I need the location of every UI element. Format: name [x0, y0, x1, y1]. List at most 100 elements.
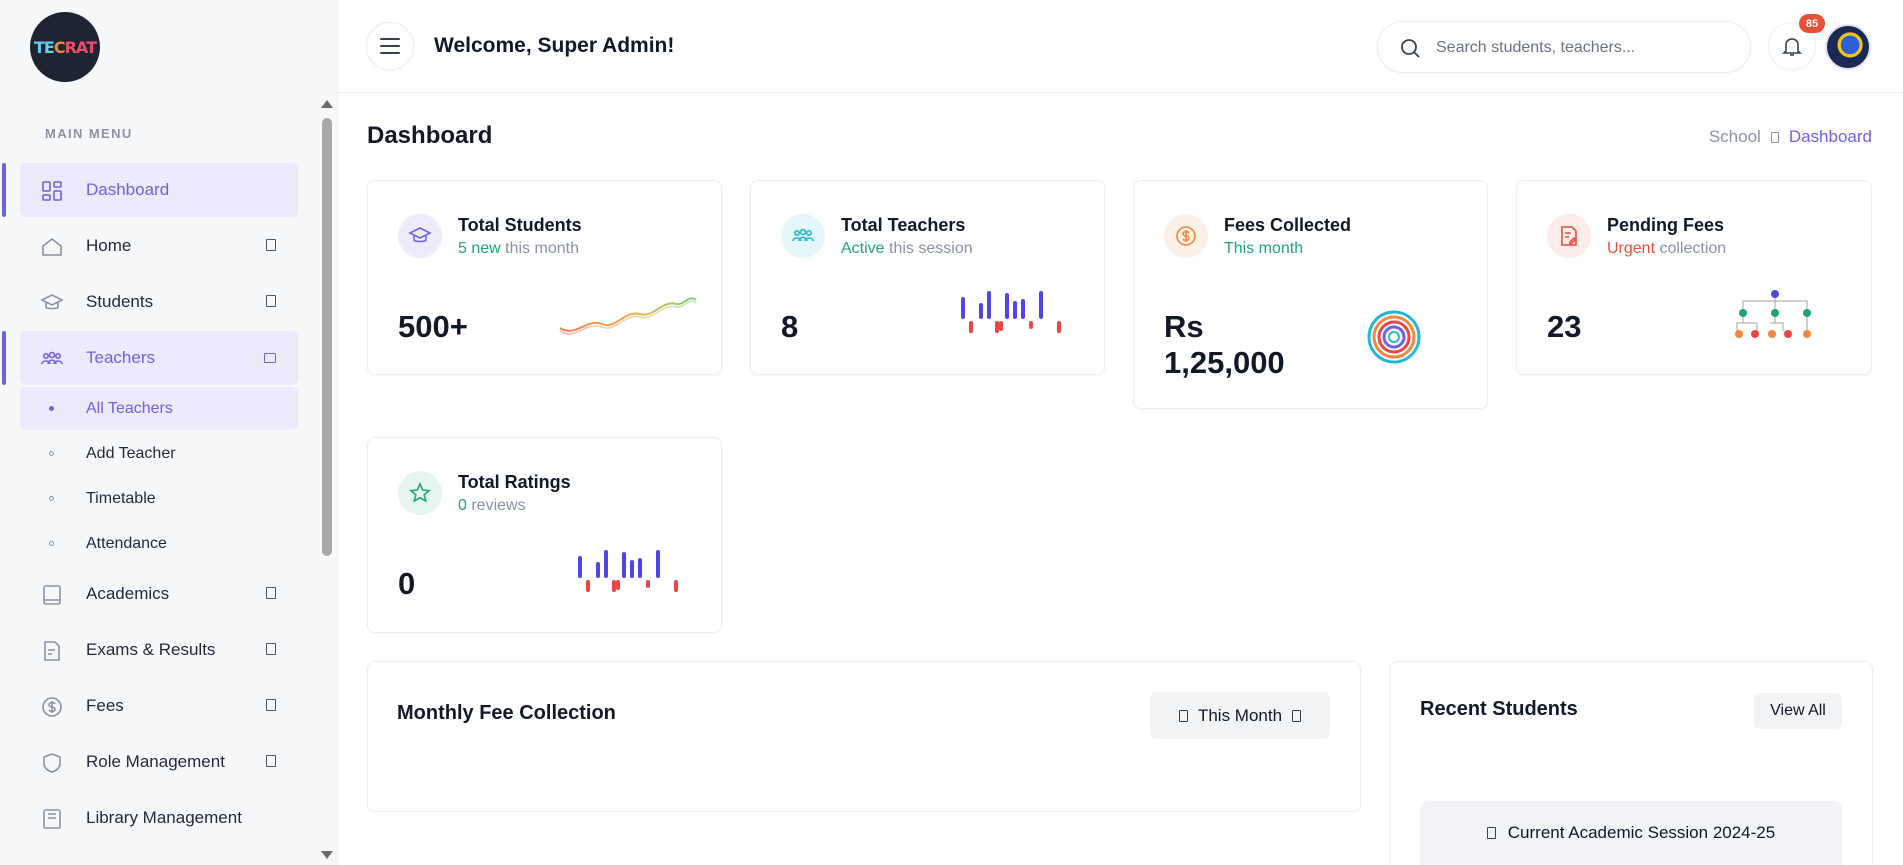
stat-value: 0	[398, 566, 416, 601]
stat-value: 500+	[398, 309, 468, 344]
stat-subtitle: Urgent collection	[1607, 240, 1726, 258]
sidebar-item-label: Students	[86, 292, 154, 311]
menu-section-title: MAIN MENU	[45, 126, 133, 141]
stat-card-students[interactable]: Total Students 5 new this month 500+	[367, 180, 722, 375]
stat-value: 23	[1547, 309, 1582, 344]
sidebar-item-students[interactable]: Students	[20, 275, 298, 329]
exam-icon	[44, 641, 60, 661]
sidebar-item-label: Role Management	[86, 752, 225, 771]
stat-title: Total Ratings	[458, 472, 571, 492]
calendar-icon	[1486, 827, 1496, 839]
chevron-icon	[266, 295, 276, 307]
stat-subtitle: This month	[1224, 240, 1303, 258]
breadcrumb: School Dashboard	[1709, 127, 1872, 147]
star-icon	[398, 471, 442, 515]
sidebar-item-label: Teachers	[86, 348, 155, 367]
sidebar-item-role-management[interactable]: Role Management	[20, 735, 298, 789]
sidebar-item-home[interactable]: Home	[20, 219, 298, 273]
graduation-cap-icon	[398, 214, 442, 258]
stat-card-pending-fees[interactable]: Pending Fees Urgent collection 23	[1516, 180, 1872, 375]
stat-sub-rest: this session	[884, 240, 973, 257]
chevron-icon	[266, 755, 276, 767]
breadcrumb-link-school[interactable]: School	[1709, 127, 1761, 147]
brand-logo[interactable]: TE C RAT	[30, 12, 100, 82]
graduation-cap-icon	[40, 294, 64, 310]
sidebar-item-library[interactable]: Library Management	[20, 791, 298, 845]
top-header: Welcome, Super Admin! 85	[338, 0, 1903, 93]
scrollbar-thumb[interactable]	[322, 118, 332, 556]
library-icon	[43, 809, 61, 829]
period-filter-button[interactable]: This Month	[1150, 692, 1330, 739]
dollar-icon	[42, 697, 62, 717]
search-box[interactable]	[1377, 21, 1751, 73]
chevron-icon	[266, 239, 276, 251]
sidebar-nav: Dashboard Home Students Teachers All Tea…	[2, 163, 298, 847]
org-tree-graphic	[1735, 290, 1811, 338]
page-title: Dashboard	[367, 122, 493, 149]
stat-title: Total Teachers	[841, 215, 966, 235]
stat-sub-rest: this month	[500, 240, 579, 257]
sidebar-item-label: Academics	[86, 584, 170, 603]
book-icon	[43, 585, 61, 605]
teachers-submenu: All Teachers Add Teacher Timetable Atten…	[20, 387, 298, 565]
sidebar-subitem-label: Attendance	[86, 534, 167, 552]
chevron-icon	[266, 699, 276, 711]
stat-card-fees-collected[interactable]: Fees Collected This month Rs 1,25,000	[1133, 180, 1488, 409]
sidebar: TE C RAT MAIN MENU Dashboard Home Students…	[0, 0, 338, 865]
logo-text-part: TE	[34, 37, 55, 57]
scroll-up-icon[interactable]	[321, 100, 333, 108]
breadcrumb-current: Dashboard	[1788, 127, 1872, 146]
stat-title: Fees Collected	[1224, 215, 1352, 235]
dollar-icon	[1164, 214, 1208, 258]
scroll-down-icon[interactable]	[321, 851, 333, 859]
stat-sub-rest: reviews	[466, 497, 526, 514]
document-edit-icon	[1547, 214, 1591, 258]
view-all-button[interactable]: View All	[1754, 693, 1842, 729]
sidebar-item-label: Home	[86, 236, 132, 255]
bullet-icon	[49, 406, 54, 411]
search-input[interactable]	[1436, 35, 1726, 61]
stat-card-teachers[interactable]: Total Teachers Active this session 8	[750, 180, 1105, 375]
sidebar-item-fees[interactable]: Fees	[20, 679, 298, 733]
sidebar-item-label: Exams & Results	[86, 640, 216, 659]
sidebar-item-academics[interactable]: Academics	[20, 567, 298, 621]
period-filter-label: This Month	[1197, 705, 1283, 725]
user-avatar[interactable]	[1825, 24, 1871, 70]
chevron-down-icon	[1292, 709, 1302, 722]
sidebar-subitem-add-teacher[interactable]: Add Teacher	[20, 432, 298, 475]
recent-students-title: Recent Students	[1420, 698, 1578, 720]
sidebar-item-label: Library Management	[86, 808, 242, 827]
sidebar-subitem-all-teachers[interactable]: All Teachers	[20, 387, 298, 430]
users-icon	[781, 214, 825, 258]
stat-value: 8	[781, 309, 799, 344]
sidebar-item-label: Fees	[86, 696, 124, 715]
chevron-icon	[266, 643, 276, 655]
hamburger-icon	[380, 52, 400, 54]
dashboard-icon	[42, 181, 62, 201]
welcome-message: Welcome, Super Admin!	[434, 34, 675, 57]
stat-card-ratings[interactable]: Total Ratings 0 reviews 0	[367, 437, 722, 633]
menu-toggle-button[interactable]	[366, 22, 414, 70]
sidebar-subitem-timetable[interactable]: Timetable	[20, 477, 298, 520]
shield-icon	[43, 753, 61, 773]
hamburger-icon	[380, 38, 400, 40]
monthly-fee-title: Monthly Fee Collection	[397, 702, 616, 724]
stat-subtitle: Active this session	[841, 240, 973, 258]
logo-text-part: C	[53, 37, 66, 57]
sidebar-item-teachers[interactable]: Teachers	[2, 331, 298, 385]
stat-title: Pending Fees	[1607, 215, 1725, 235]
sidebar-scrollbar[interactable]	[320, 96, 334, 861]
calendar-icon	[1178, 709, 1188, 722]
sidebar-subitem-attendance[interactable]: Attendance	[20, 522, 298, 565]
sidebar-subitem-label: All Teachers	[86, 399, 173, 417]
stat-sub-rest: collection	[1655, 240, 1727, 257]
notification-count-badge: 85	[1799, 14, 1825, 33]
sidebar-item-dashboard[interactable]: Dashboard	[2, 163, 298, 217]
stat-subtitle: 5 new this month	[458, 240, 579, 258]
academic-session-banner: Current Academic Session 2024-25	[1420, 801, 1842, 865]
chevron-icon	[266, 587, 276, 599]
sidebar-item-exams[interactable]: Exams & Results	[20, 623, 298, 677]
logo-text-part: RAT	[64, 37, 97, 57]
concentric-rings-graphic	[1367, 310, 1421, 364]
search-icon	[1401, 39, 1420, 58]
